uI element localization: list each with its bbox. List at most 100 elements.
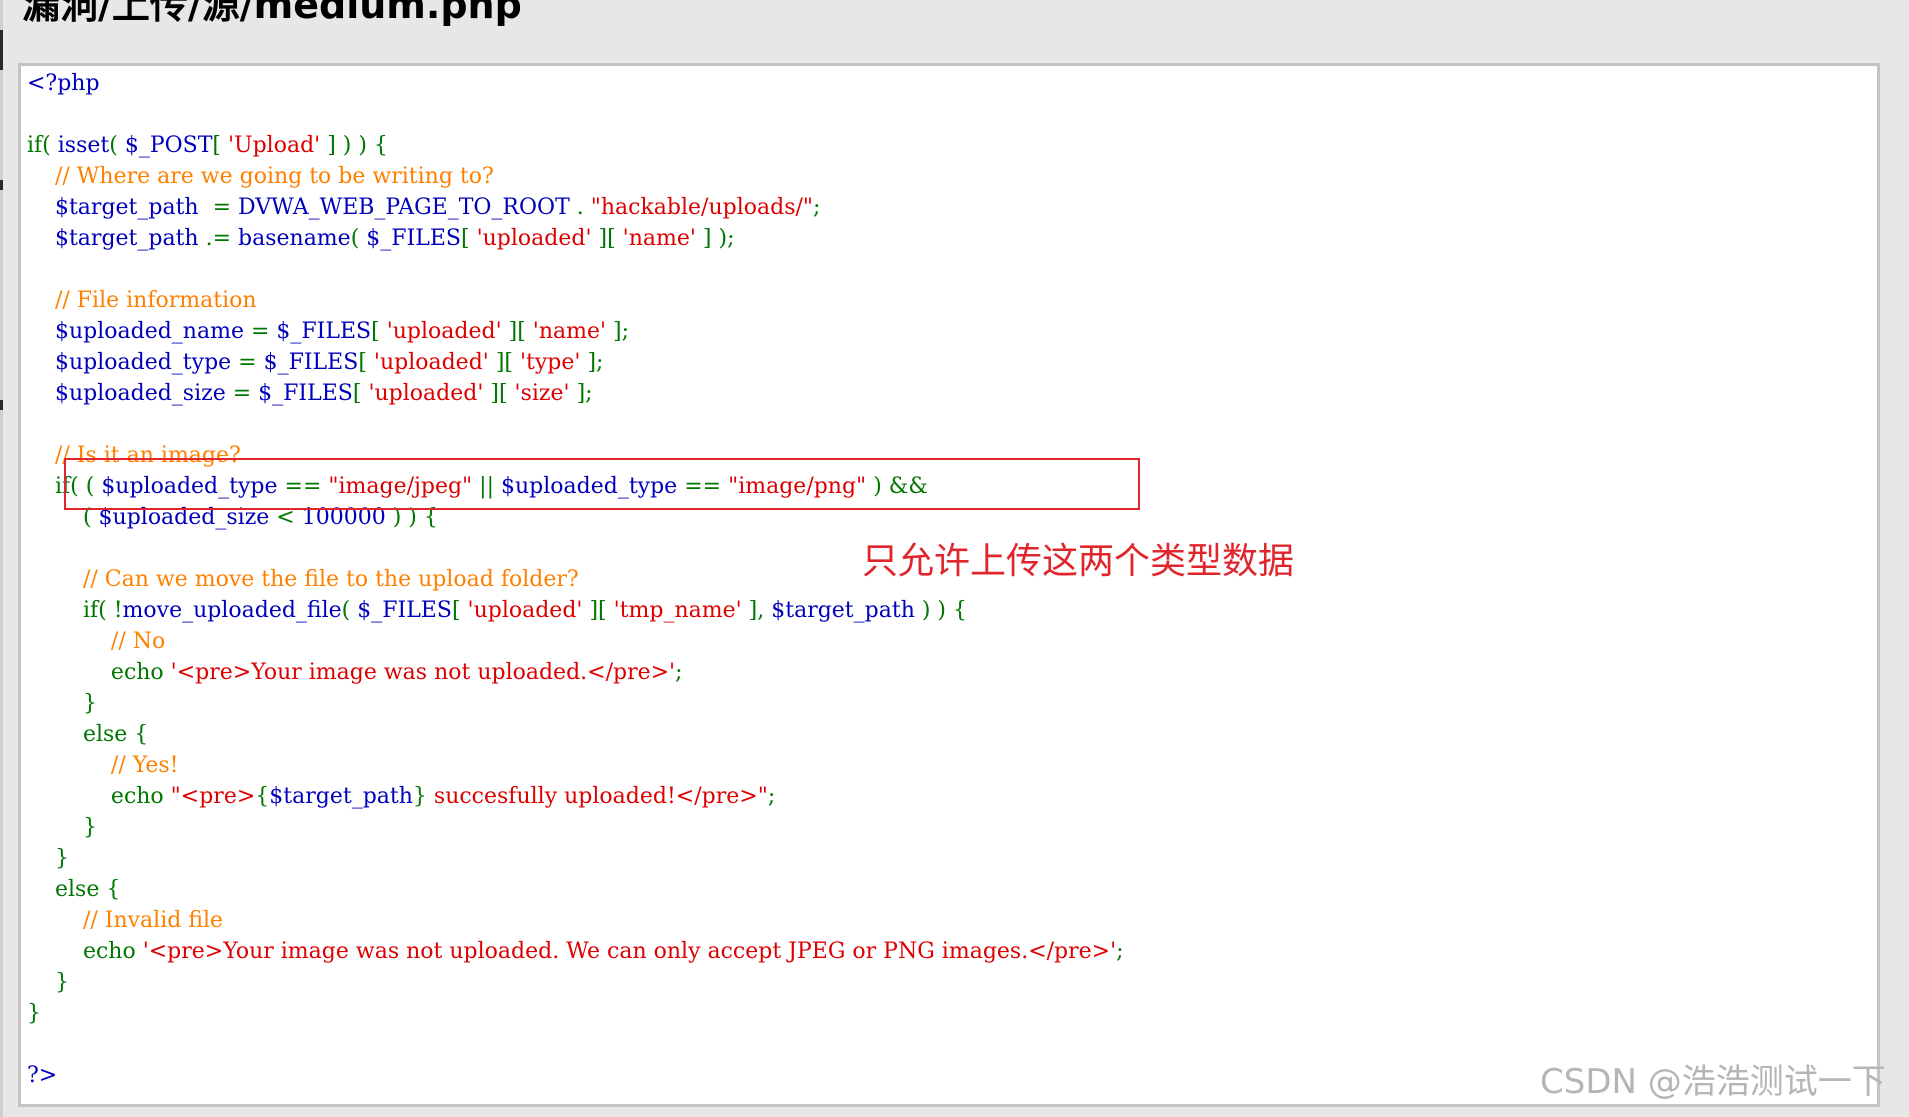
- code-token: $uploaded_size: [27, 381, 233, 406]
- code-token: 'uploaded': [476, 226, 592, 251]
- code-line: $uploaded_size = $_FILES[ 'uploaded' ][ …: [27, 378, 1124, 409]
- code-token: ][: [483, 381, 515, 406]
- code-token: $_POST: [124, 133, 213, 158]
- code-token: [: [371, 319, 387, 344]
- code-token: 'uploaded': [467, 598, 583, 623]
- code-token: }: [412, 784, 427, 809]
- edge-mark: [0, 180, 3, 190]
- code-token: else {: [27, 722, 149, 747]
- code-token: }: [27, 846, 69, 871]
- watermark: CSDN @浩浩测试一下: [1540, 1062, 1886, 1102]
- edge-mark: [0, 30, 3, 70]
- code-line: if( !move_uploaded_file( $_FILES[ 'uploa…: [27, 595, 1124, 626]
- code-token: "hackable/uploads/": [590, 195, 814, 220]
- code-line: $uploaded_type = $_FILES[ 'uploaded' ][ …: [27, 347, 1124, 378]
- code-token: if(: [27, 133, 58, 158]
- code-line: echo '<pre>Your image was not uploaded. …: [27, 936, 1124, 967]
- code-token: (: [109, 133, 125, 158]
- code-token: ) ) {: [921, 598, 968, 623]
- code-token: ][: [582, 598, 614, 623]
- code-token: ;: [675, 660, 683, 685]
- highlight-box: [64, 458, 1140, 510]
- code-token: echo: [27, 784, 171, 809]
- code-token: $_FILES: [258, 381, 353, 406]
- code-token: .=: [205, 226, 239, 251]
- code-line: }: [27, 688, 1124, 719]
- code-line: $target_path = DVWA_WEB_PAGE_TO_ROOT . "…: [27, 192, 1124, 223]
- code-token: ];: [569, 381, 593, 406]
- code-line: else {: [27, 719, 1124, 750]
- code-token: }: [27, 1001, 41, 1026]
- code-token: $_FILES: [263, 350, 359, 375]
- page-title: 漏洞/上传/源/medium.php: [22, 0, 522, 27]
- code-token: // Can we move the file to the upload fo…: [27, 567, 579, 592]
- code-line: ?>: [27, 1060, 1124, 1091]
- code-token: 'size': [514, 381, 570, 406]
- code-token: $_FILES: [357, 598, 452, 623]
- code-token: $_FILES: [366, 226, 461, 251]
- code-token: {: [255, 784, 270, 809]
- code-line: }: [27, 812, 1124, 843]
- code-line: // Yes!: [27, 750, 1124, 781]
- code-token: // Yes!: [27, 753, 179, 778]
- edge-mark: [0, 400, 3, 410]
- code-token: "<pre>: [170, 784, 256, 809]
- code-token: echo: [27, 939, 143, 964]
- code-token: [: [352, 381, 369, 406]
- code-token: succesfully uploaded!</pre>": [426, 784, 768, 809]
- code-token: [: [358, 350, 374, 375]
- code-line: $target_path .= basename( $_FILES[ 'uplo…: [27, 223, 1124, 254]
- code-token: 'name': [532, 319, 607, 344]
- code-line: $uploaded_name = $_FILES[ 'uploaded' ][ …: [27, 316, 1124, 347]
- code-token: $target_path: [771, 598, 922, 623]
- code-token: '<pre>Your image was not uploaded. We ca…: [142, 939, 1117, 964]
- code-token: basename: [238, 226, 351, 251]
- code-token: isset: [57, 133, 110, 158]
- code-line: // File information: [27, 285, 1124, 316]
- code-token: $uploaded_name: [27, 319, 251, 344]
- code-token: <?php: [27, 71, 100, 96]
- code-token: 'uploaded': [368, 381, 484, 406]
- code-line: }: [27, 967, 1124, 998]
- code-token: ?>: [27, 1063, 58, 1088]
- code-token: // File information: [27, 288, 257, 313]
- code-token: ] );: [695, 226, 735, 251]
- annotation-note: 只允许上传这两个类型数据: [862, 541, 1295, 582]
- code-token: // Where are we going to be writing to?: [27, 164, 494, 189]
- code-token: =: [232, 381, 259, 406]
- code-line: }: [27, 843, 1124, 874]
- code-token: (: [341, 598, 358, 623]
- code-token: else {: [27, 877, 121, 902]
- code-token: '<pre>Your image was not uploaded.</pre>…: [170, 660, 676, 685]
- code-token: (: [350, 226, 367, 251]
- code-token: }: [27, 970, 69, 995]
- code-token: move_uploaded_file: [122, 598, 342, 623]
- code-token: ;: [767, 784, 776, 809]
- code-token: $_FILES: [276, 319, 372, 344]
- code-token: 'uploaded': [373, 350, 489, 375]
- left-window-edge: [0, 0, 3, 1117]
- code-token: $target_path: [269, 784, 413, 809]
- code-token: [: [212, 133, 228, 158]
- code-token: $target_path: [27, 195, 213, 220]
- code-token: [: [460, 226, 477, 251]
- code-token: 'type': [519, 350, 581, 375]
- code-token: ];: [606, 319, 630, 344]
- code-line: <?php: [27, 68, 1124, 99]
- code-token: =: [212, 195, 239, 220]
- code-token: =: [238, 350, 264, 375]
- code-token: 'tmp_name': [613, 598, 742, 623]
- code-token: ][: [501, 319, 533, 344]
- code-token: }: [27, 691, 97, 716]
- code-token: ;: [1116, 939, 1124, 964]
- code-token: 'name': [622, 226, 696, 251]
- code-token: ][: [591, 226, 623, 251]
- code-token: DVWA_WEB_PAGE_TO_ROOT: [238, 195, 577, 220]
- code-line: echo '<pre>Your image was not uploaded.<…: [27, 657, 1124, 688]
- code-token: // Invalid file: [27, 908, 224, 933]
- code-line: echo "<pre>{$target_path} succesfully up…: [27, 781, 1124, 812]
- code-token: ] ) ) {: [320, 133, 388, 158]
